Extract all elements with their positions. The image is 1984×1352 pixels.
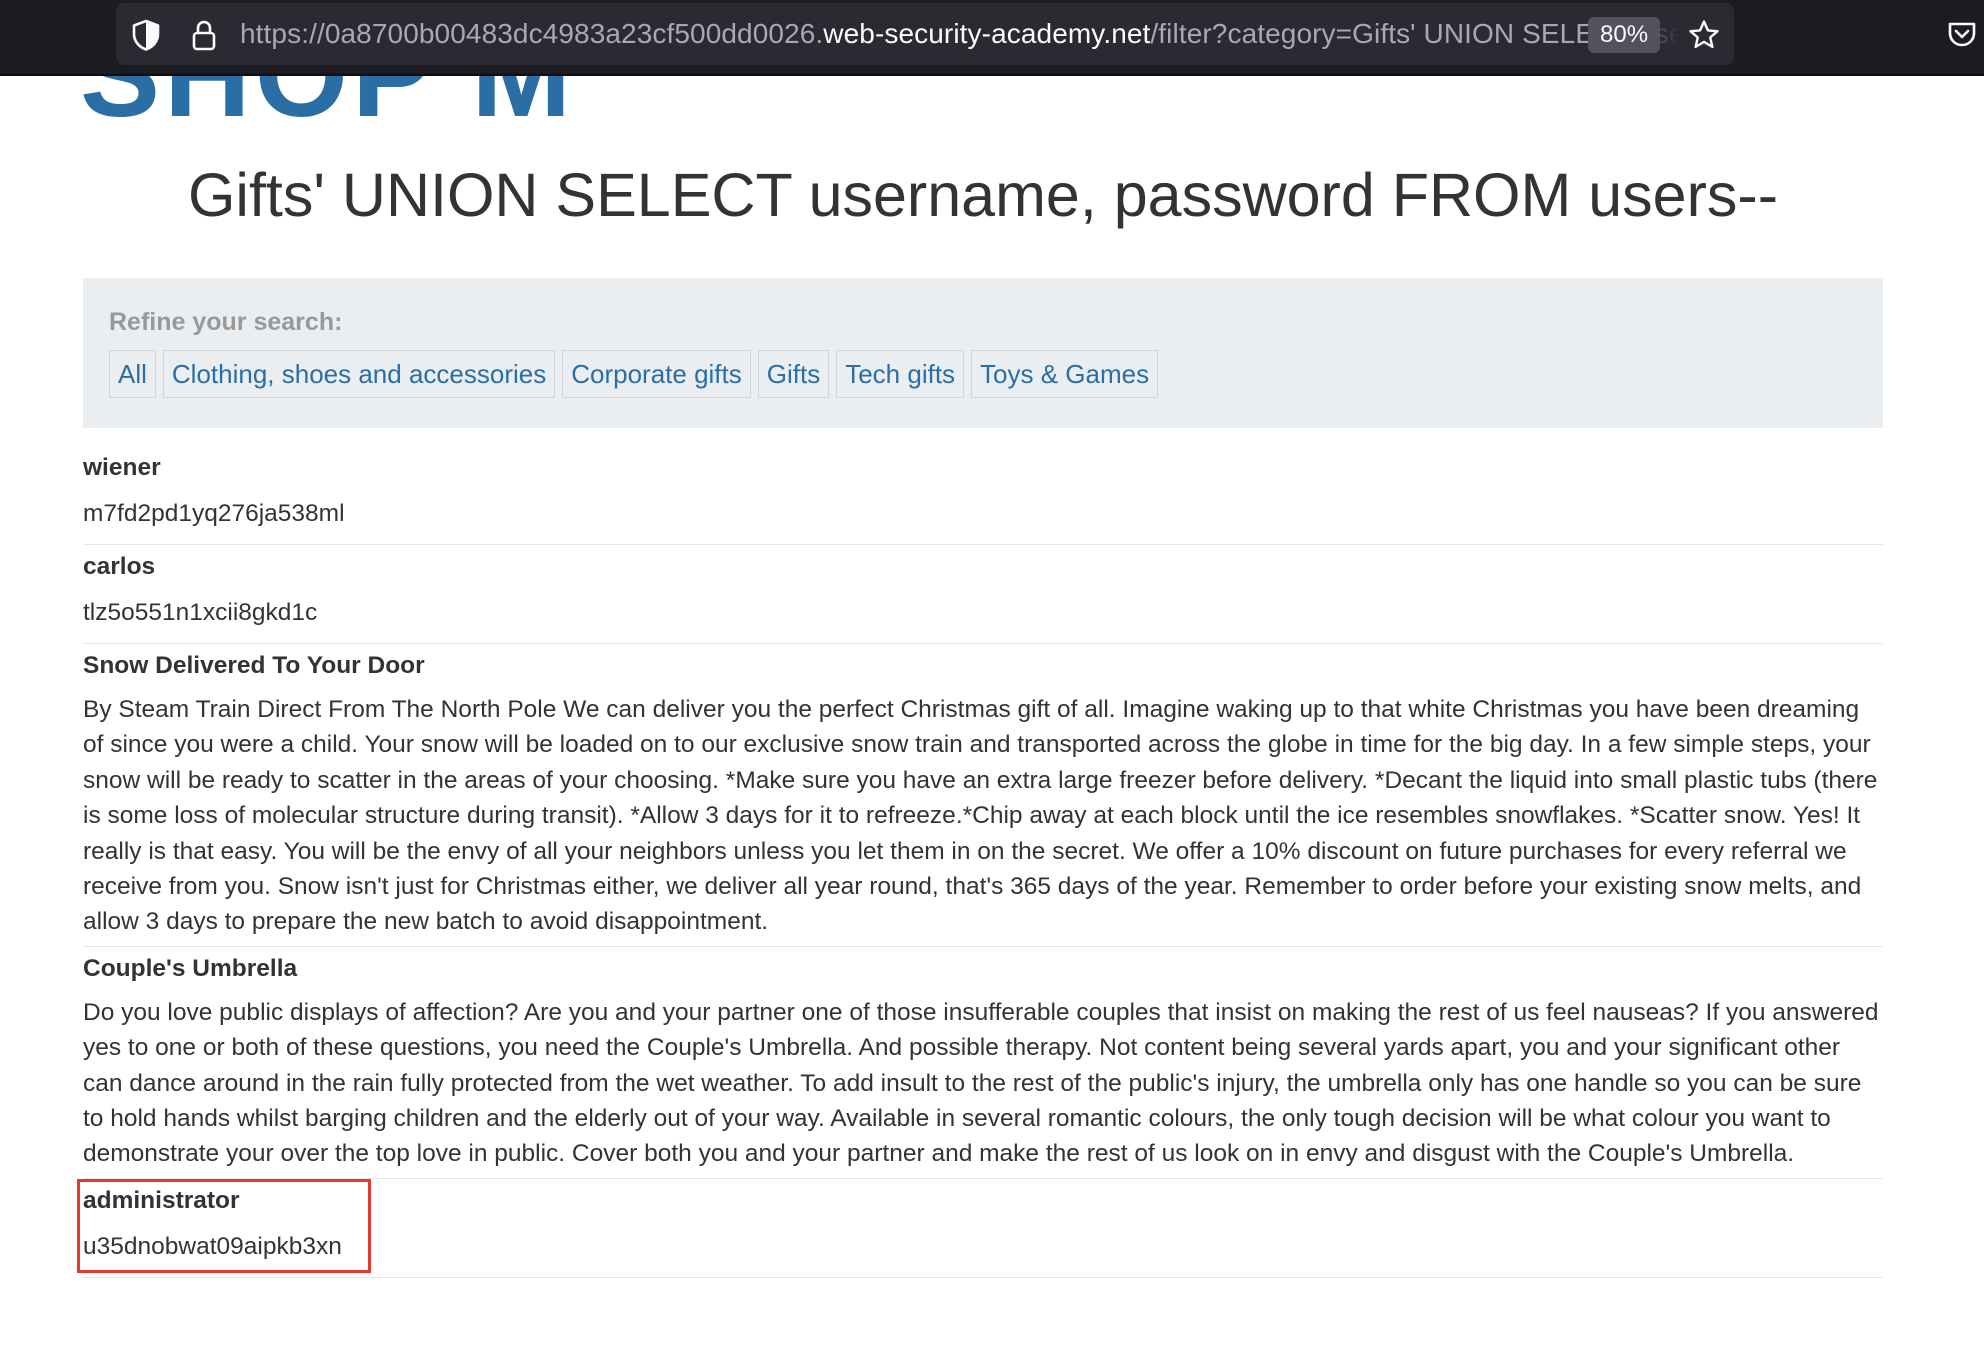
- results-table: wiener m7fd2pd1yq276ja538ml carlos tlz5o…: [77, 446, 1883, 1278]
- lock-icon[interactable]: [186, 17, 222, 53]
- filter-panel: Refine your search: All Clothing, shoes …: [83, 278, 1883, 428]
- filter-link-toys-games[interactable]: Toys & Games: [971, 350, 1159, 398]
- filter-link-corporate-gifts[interactable]: Corporate gifts: [562, 350, 751, 398]
- row-name: wiener: [83, 454, 161, 481]
- row-name: administrator: [83, 1186, 240, 1214]
- row-value: Do you love public displays of affection…: [83, 998, 1879, 1168]
- shield-icon[interactable]: [128, 17, 164, 53]
- address-bar[interactable]: https://0a8700b00483dc4983a23cf500dd0026…: [116, 3, 1734, 65]
- filter-link-clothing[interactable]: Clothing, shoes and accessories: [162, 350, 556, 398]
- table-row: wiener m7fd2pd1yq276ja538ml: [83, 446, 1883, 545]
- filter-label: Refine your search:: [109, 308, 343, 336]
- url-domain: web-security-academy.net: [823, 18, 1151, 49]
- table-row: Couple's Umbrella Do you love public dis…: [83, 947, 1883, 1179]
- row-name: Couple's Umbrella: [83, 954, 298, 982]
- filter-link-all[interactable]: All: [109, 350, 156, 398]
- row-value: By Steam Train Direct From The North Pol…: [83, 696, 1878, 936]
- row-name: Snow Delivered To Your Door: [83, 652, 425, 679]
- row-name: carlos: [83, 553, 156, 580]
- zoom-level-button[interactable]: 80%: [1588, 17, 1661, 53]
- filter-link-gifts[interactable]: Gifts: [757, 350, 830, 398]
- row-value: tlz5o551n1xcii8gkd1c: [83, 599, 318, 626]
- filter-links: All Clothing, shoes and accessories Corp…: [109, 350, 1159, 398]
- star-icon[interactable]: [1686, 17, 1722, 53]
- browser-toolbar: https://0a8700b00483dc4983a23cf500dd0026…: [0, 0, 1984, 76]
- table-row: carlos tlz5o551n1xcii8gkd1c: [83, 545, 1883, 644]
- row-value: u35dnobwat09aipkb3xn: [83, 1232, 342, 1260]
- row-value: m7fd2pd1yq276ja538ml: [83, 500, 345, 527]
- table-row: Snow Delivered To Your Door By Steam Tra…: [83, 644, 1883, 947]
- page-title: Gifts' UNION SELECT username, password F…: [187, 161, 1779, 229]
- page-content: SHOP M Gifts' UNION SELECT username, pas…: [0, 76, 1984, 1352]
- site-logo[interactable]: SHOP M: [80, 76, 575, 144]
- url-text[interactable]: https://0a8700b00483dc4983a23cf500dd0026…: [240, 3, 1680, 65]
- filter-link-tech-gifts[interactable]: Tech gifts: [836, 350, 965, 398]
- pocket-icon[interactable]: [1944, 16, 1980, 52]
- table-row: administrator u35dnobwat09aipkb3xn: [77, 1178, 1883, 1278]
- url-prefix: https://0a8700b00483dc4983a23cf500dd0026…: [240, 18, 824, 49]
